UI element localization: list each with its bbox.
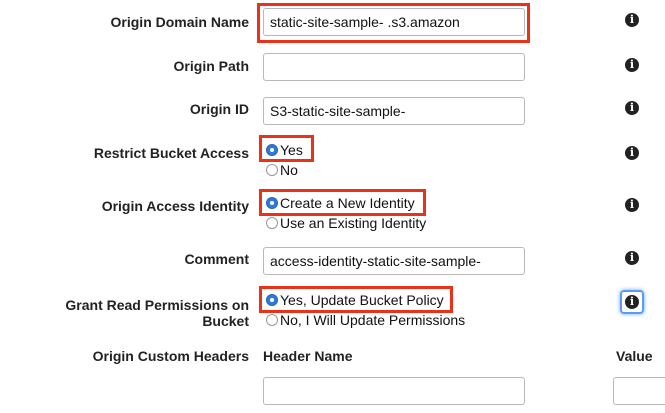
radio-selected-icon[interactable] (266, 143, 278, 156)
radio-unselected-icon[interactable] (266, 216, 278, 229)
update-bucket-policy-label: Yes, Update Bucket Policy (280, 291, 444, 308)
comment-label: Comment (184, 251, 249, 267)
origin-domain-name-input[interactable]: static-site-sample- .s3.amazon (263, 8, 525, 36)
create-new-identity-label: Create a New Identity (280, 194, 415, 211)
update-permissions-myself-radio[interactable]: No, I Will Update Permissions (266, 311, 465, 328)
value-column-label: Value (616, 348, 653, 364)
origin-path-label: Origin Path (173, 58, 249, 74)
restrict-no-label: No (280, 161, 298, 178)
restrict-yes-radio[interactable]: Yes (266, 141, 303, 158)
comment-input[interactable]: access-identity-static-site-sample- (263, 247, 525, 275)
header-value-input[interactable] (613, 377, 665, 405)
origin-custom-headers-label: Origin Custom Headers (92, 348, 249, 364)
use-existing-identity-radio[interactable]: Use an Existing Identity (266, 214, 426, 231)
origin-id-input[interactable]: S3-static-site-sample- (263, 97, 525, 125)
update-permissions-myself-label: No, I Will Update Permissions (280, 311, 466, 328)
use-existing-identity-label: Use an Existing Identity (280, 214, 427, 231)
radio-unselected-icon[interactable] (266, 313, 278, 326)
update-bucket-policy-radio[interactable]: Yes, Update Bucket Policy (266, 291, 444, 308)
info-icon[interactable]: i (625, 58, 639, 72)
info-icon[interactable]: i (625, 295, 639, 309)
radio-unselected-icon[interactable] (266, 163, 278, 176)
info-icon[interactable]: i (625, 198, 639, 212)
radio-selected-icon[interactable] (266, 196, 278, 209)
info-icon[interactable]: i (625, 13, 639, 27)
header-name-column-label: Header Name (263, 348, 353, 364)
create-new-identity-radio[interactable]: Create a New Identity (266, 194, 415, 211)
radio-selected-icon[interactable] (266, 293, 278, 306)
restrict-no-radio[interactable]: No (266, 161, 298, 178)
origin-path-input[interactable] (263, 53, 525, 81)
origin-id-label: Origin ID (189, 101, 249, 117)
origin-domain-name-label: Origin Domain Name (110, 14, 249, 30)
info-icon[interactable]: i (625, 251, 639, 265)
restrict-yes-label: Yes (280, 141, 303, 158)
info-icon[interactable]: i (625, 146, 639, 160)
header-name-input[interactable] (263, 377, 525, 405)
grant-read-permissions-label-line2: Bucket (202, 313, 249, 329)
origin-access-identity-label: Origin Access Identity (101, 198, 249, 214)
info-icon[interactable]: i (625, 101, 639, 115)
restrict-bucket-access-label: Restrict Bucket Access (93, 145, 249, 161)
